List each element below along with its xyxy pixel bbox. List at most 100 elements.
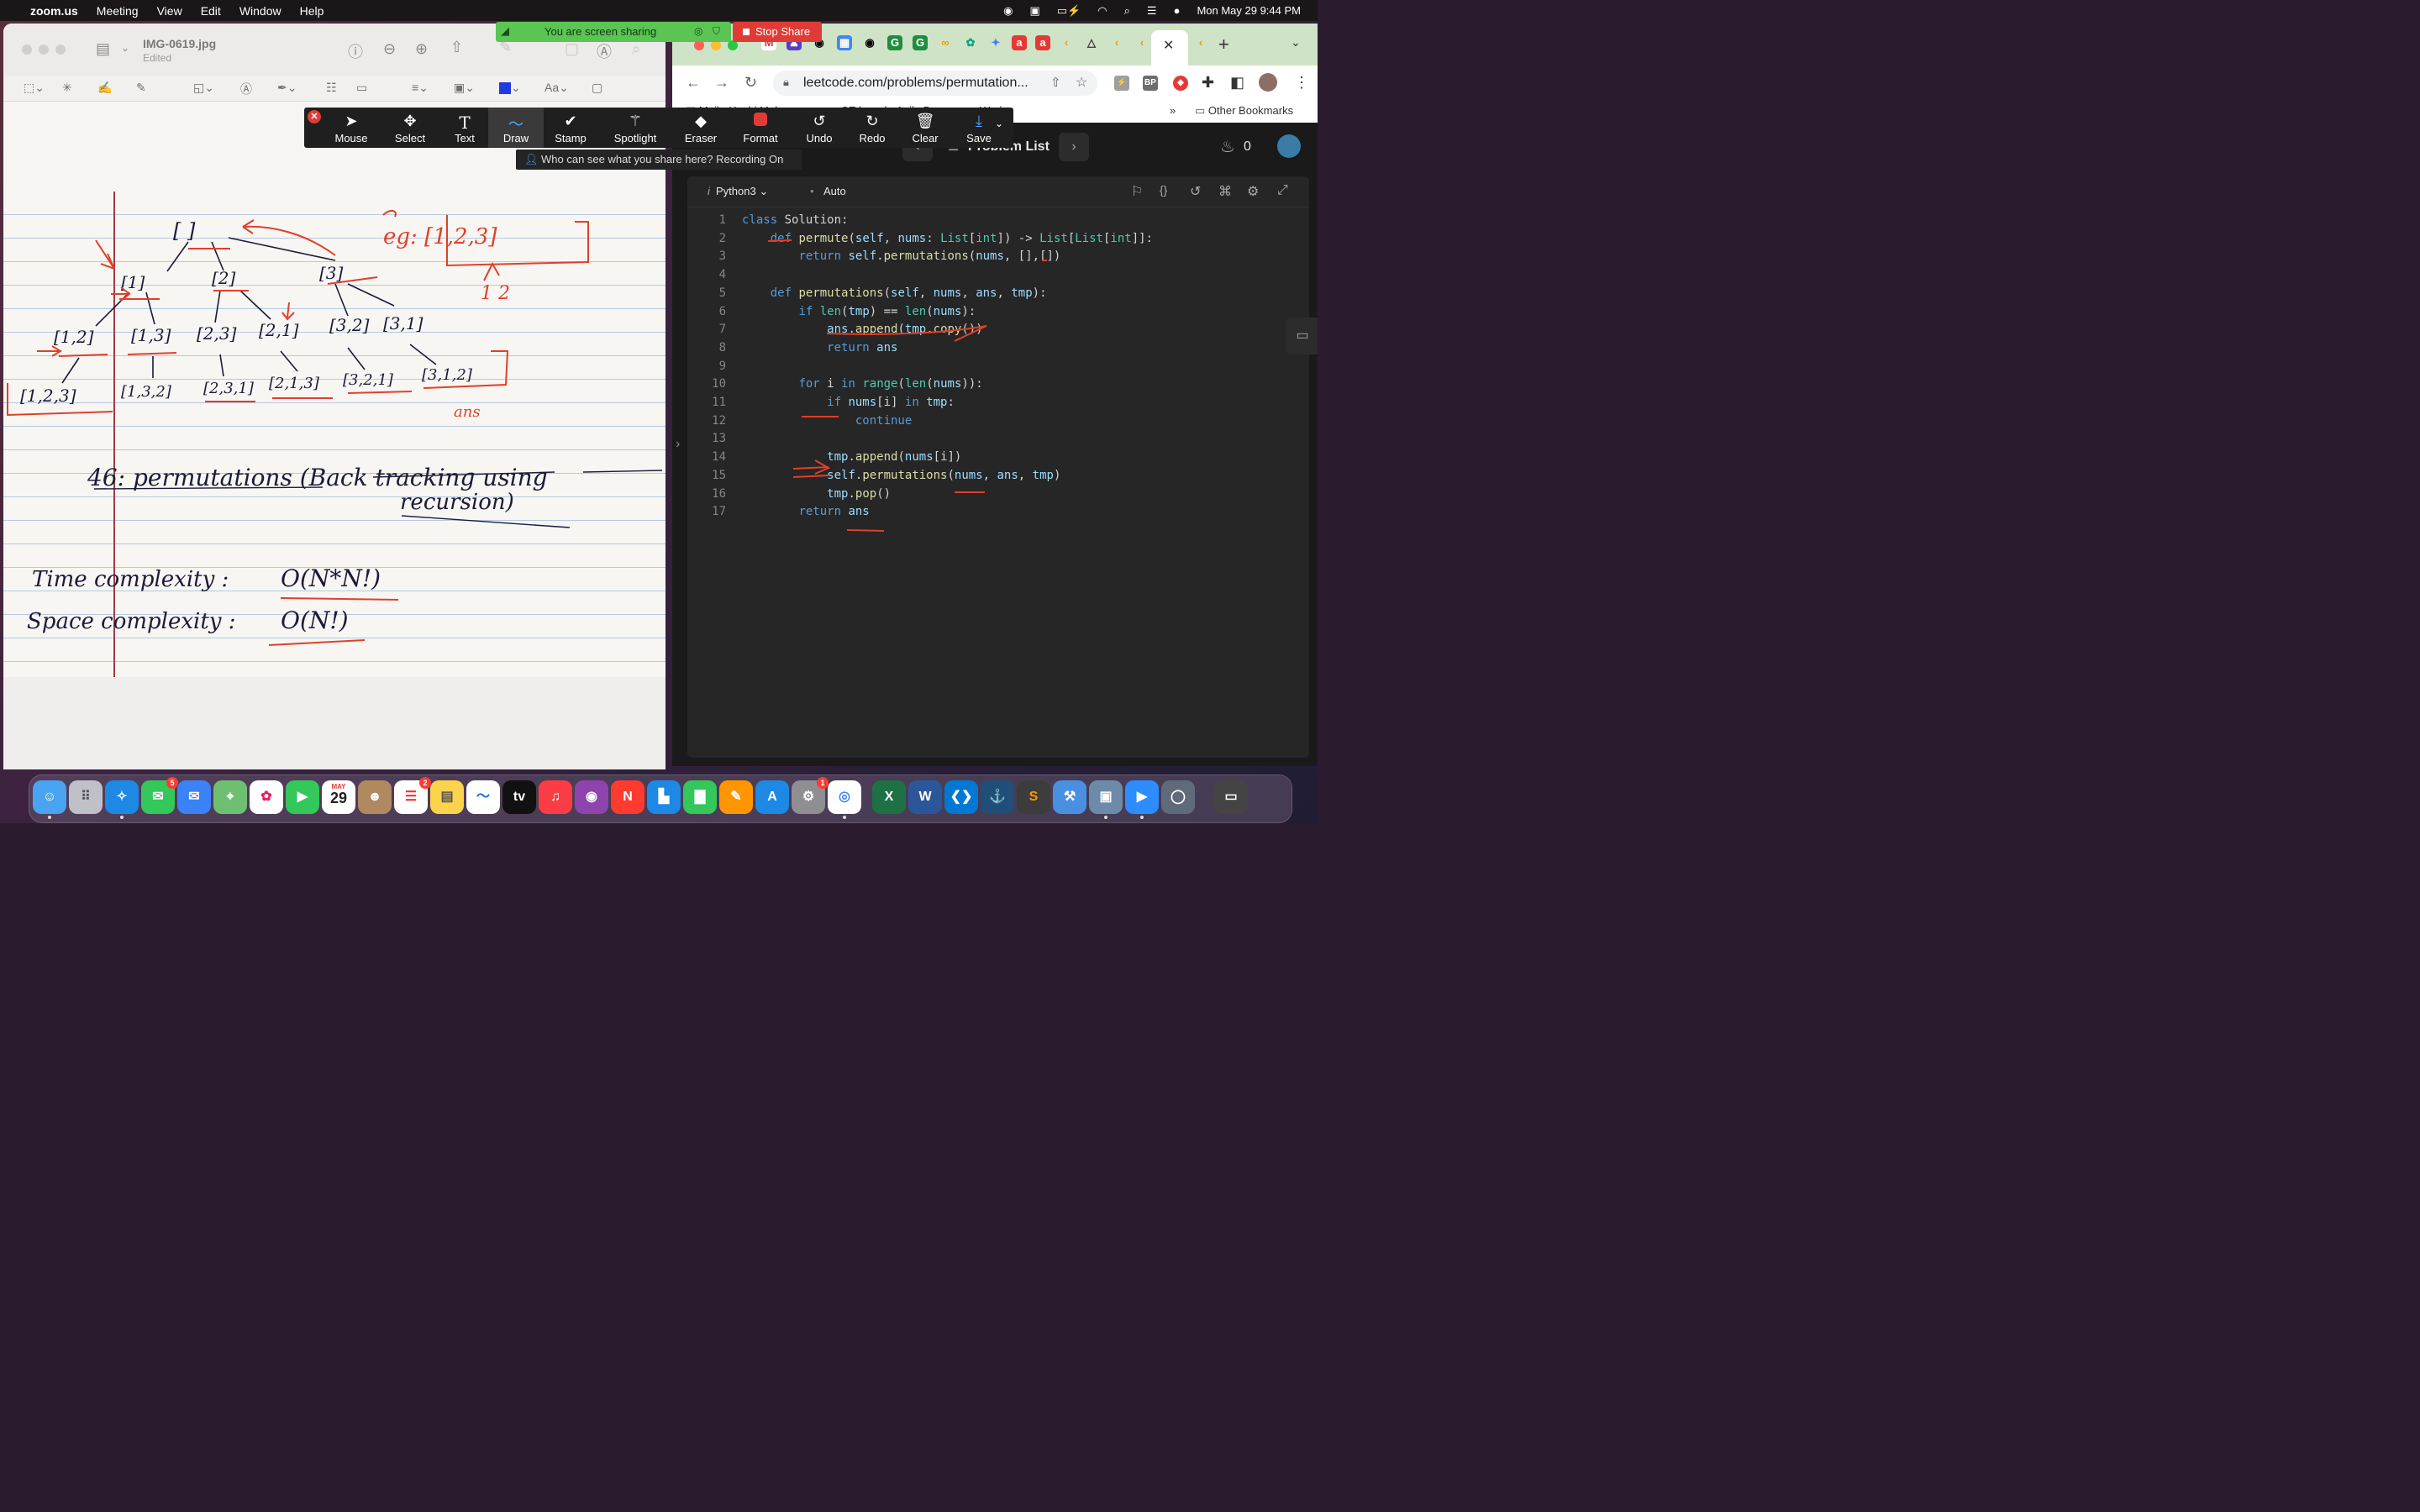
apple-tv-icon[interactable]: tv — [502, 780, 536, 814]
menu-view[interactable]: View — [157, 4, 182, 18]
url-field[interactable]: 🔒︎ leetcode.com/problems/permutation... … — [773, 71, 1097, 96]
code-text[interactable]: return ans — [742, 341, 897, 354]
stamp-tool[interactable]: ✔ Stamp — [543, 108, 598, 148]
chevron-down-icon[interactable]: ⌄ — [995, 118, 1003, 129]
code-text[interactable]: continue — [742, 414, 912, 428]
text-tool[interactable]: T Text — [437, 108, 492, 148]
mouse-tool[interactable]: ➤ Mouse — [324, 108, 379, 148]
downloads-icon[interactable]: ▭ — [1214, 780, 1248, 814]
code-text[interactable]: if len(tmp) == len(nums): — [742, 305, 976, 318]
tab-icon[interactable]: △ — [1084, 35, 1099, 50]
code-line[interactable]: 5 def permutations(self, nums, ans, tmp)… — [687, 286, 1309, 305]
settings-icon[interactable]: ⚙ — [1247, 183, 1259, 200]
code-line[interactable]: 11 if nums[i] in tmp: — [687, 396, 1309, 414]
app-menu-zoom[interactable]: zoom.us — [30, 4, 78, 18]
code-text[interactable]: return ans — [742, 505, 869, 518]
wifi-icon[interactable]: ◠ — [1097, 4, 1107, 18]
code-line[interactable]: 14 tmp.append(nums[i]) — [687, 450, 1309, 469]
bookmark-icon[interactable]: ⚐ — [1131, 183, 1143, 200]
annotate-icon[interactable]: Ⓐ — [597, 40, 612, 62]
zoom-button[interactable] — [55, 45, 66, 55]
code-editor[interactable]: i Python3 ⌄ • Auto ⚐ {} ↺ ⌘ ⚙ ⤢ 1 class S… — [687, 176, 1309, 758]
calendar-icon[interactable]: MAY 29 — [322, 780, 355, 814]
code-line[interactable]: 16 tmp.pop() — [687, 487, 1309, 506]
signature-icon[interactable]: ✒⌄ — [277, 81, 297, 95]
fullscreen-icon[interactable]: ⤢ — [1277, 183, 1288, 198]
search-icon[interactable]: ⌕ — [1124, 4, 1130, 18]
code-line[interactable]: 13 — [687, 432, 1309, 450]
menu-meeting[interactable]: Meeting — [97, 4, 139, 18]
extension-icon[interactable]: ⚡ — [1114, 76, 1129, 91]
code-line[interactable]: 8 return ans — [687, 341, 1309, 360]
back-icon[interactable]: ← — [686, 74, 701, 92]
keynote-icon[interactable]: ▙ — [647, 780, 681, 814]
active-tab[interactable]: ✕ — [1151, 30, 1188, 66]
tab-icon[interactable]: a — [1012, 35, 1027, 50]
sublime-icon[interactable]: S — [1017, 780, 1050, 814]
reminders-icon[interactable]: ☰ 2 — [394, 777, 431, 814]
format-code-icon[interactable]: {} — [1160, 183, 1167, 197]
line-style-icon[interactable]: ≡⌄ — [412, 81, 429, 95]
menu-help[interactable]: Help — [300, 4, 324, 18]
expand-panel-icon[interactable]: › — [676, 437, 680, 452]
quicktime-icon[interactable]: ◯ — [1161, 780, 1195, 814]
clock[interactable]: Mon May 29 9:44 PM — [1197, 4, 1301, 17]
freeform-icon[interactable]: 〜 — [466, 780, 500, 814]
zoom-icon[interactable]: ▶ — [1125, 780, 1159, 819]
adjust-color-icon[interactable]: ☷ — [326, 81, 337, 95]
leetcode-tab-icon[interactable]: ‹ — [1134, 35, 1150, 50]
code-text[interactable]: for i in range(len(nums)): — [742, 377, 982, 391]
code-text[interactable]: def permute(self, nums: List[int]) -> Li… — [742, 232, 1153, 245]
battery-icon[interactable]: ▭⚡ — [1057, 4, 1081, 18]
launchpad-icon[interactable]: ⠿ — [69, 780, 103, 814]
pages-icon[interactable]: ✎ — [719, 780, 753, 814]
sidebar-icon[interactable]: ▤ — [96, 40, 110, 58]
tab-icon[interactable]: ∞ — [938, 35, 953, 50]
tab-icon[interactable]: G — [913, 35, 928, 50]
safari-icon[interactable]: ✧ — [105, 780, 139, 819]
maps-icon[interactable]: ⌖ — [213, 780, 247, 814]
code-text[interactable]: tmp.append(nums[i]) — [742, 450, 961, 464]
word-icon[interactable]: W — [908, 780, 942, 814]
close-toolbar-icon[interactable]: ✕ — [308, 110, 321, 123]
mail-icon[interactable]: ✉ — [177, 780, 211, 814]
leetcode-tab-icon[interactable]: ‹ — [1059, 35, 1074, 50]
side-panel-icon[interactable]: ◧ — [1230, 74, 1244, 92]
calendar-tab-icon[interactable]: ▦ — [837, 35, 852, 50]
vscode-icon[interactable]: ❮❯ — [944, 780, 978, 814]
undo-tool[interactable]: ↺ Undo — [792, 108, 847, 148]
language-select[interactable]: Python3 ⌄ — [716, 185, 768, 198]
redo-tool[interactable]: ↻ Redo — [844, 108, 900, 148]
facetime-icon[interactable]: ▶ — [286, 780, 319, 814]
lock-icon[interactable]: 🔒︎ — [783, 76, 789, 89]
star-icon[interactable]: ☆ — [1076, 74, 1087, 91]
code-text[interactable]: return self.permutations(nums, [],[]) — [742, 249, 1060, 263]
search-icon[interactable]: ⌕ — [632, 40, 640, 58]
extension-icon[interactable]: BP — [1143, 76, 1158, 91]
leetcode-tab-icon[interactable]: ‹ — [1193, 35, 1208, 50]
photos-icon[interactable]: ✿ — [250, 780, 283, 814]
code-line[interactable]: 7 ans.append(tmp.copy()) — [687, 323, 1309, 341]
preview-icon[interactable]: ▣ — [1089, 780, 1123, 819]
code-line[interactable]: 15 self.permutations(nums, ans, tmp) — [687, 469, 1309, 487]
music-icon[interactable]: ♫ — [539, 780, 572, 814]
share-icon[interactable]: ⇧ — [450, 39, 463, 56]
close-icon[interactable]: ✕ — [1163, 37, 1174, 54]
next-problem-button[interactable]: › — [1059, 133, 1089, 161]
text-box-icon[interactable]: Ⓐ — [240, 81, 252, 97]
eraser-tool[interactable]: ◆ Eraser — [673, 108, 729, 148]
code-line[interactable]: 12 continue — [687, 414, 1309, 433]
streak-flame-icon[interactable]: ♨ — [1220, 136, 1235, 157]
url-text[interactable]: leetcode.com/problems/permutation... — [803, 76, 1028, 91]
border-color-icon[interactable]: ▣⌄ — [454, 81, 475, 95]
zoom-in-icon[interactable]: ⊕ — [415, 40, 428, 58]
code-text[interactable]: if nums[i] in tmp: — [742, 396, 955, 409]
selection-icon[interactable]: ⬚⌄ — [24, 81, 45, 95]
chevron-down-icon[interactable]: ⌄ — [1291, 35, 1301, 50]
avatar[interactable] — [1259, 73, 1277, 92]
format-tool[interactable]: Format — [733, 108, 788, 148]
clear-tool[interactable]: 🗑︎ Clear — [897, 108, 953, 148]
github-tab-icon[interactable]: ◉ — [862, 35, 877, 50]
code-text[interactable]: ans.append(tmp.copy()) — [742, 323, 983, 336]
spotlight-tool[interactable]: ⚚ Spotlight — [608, 108, 663, 148]
